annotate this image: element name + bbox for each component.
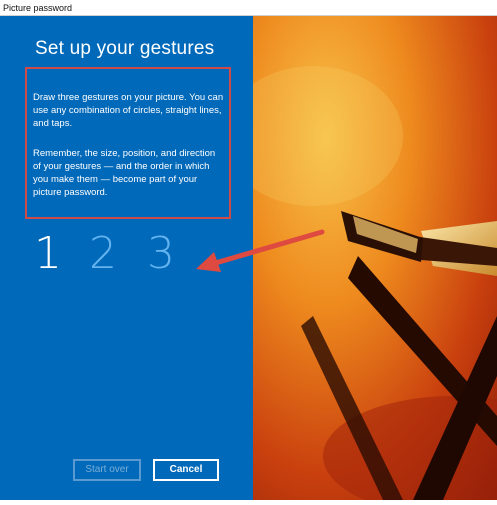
picture-canvas[interactable] xyxy=(223,16,497,505)
gesture-step-3: 3 xyxy=(147,228,175,279)
page-title: Set up your gestures xyxy=(35,38,215,59)
gesture-step-1: 1 xyxy=(34,228,62,279)
picture-image xyxy=(223,16,497,505)
instructions-text: Draw three gestures on your picture. You… xyxy=(33,92,224,129)
cancel-button[interactable]: Cancel xyxy=(153,459,219,481)
window-title: Picture password xyxy=(0,0,497,16)
instructions-note: Remember, the size, position, and direct… xyxy=(33,148,216,198)
gesture-step-2: 2 xyxy=(89,228,117,279)
start-over-button[interactable]: Start over xyxy=(73,459,141,481)
